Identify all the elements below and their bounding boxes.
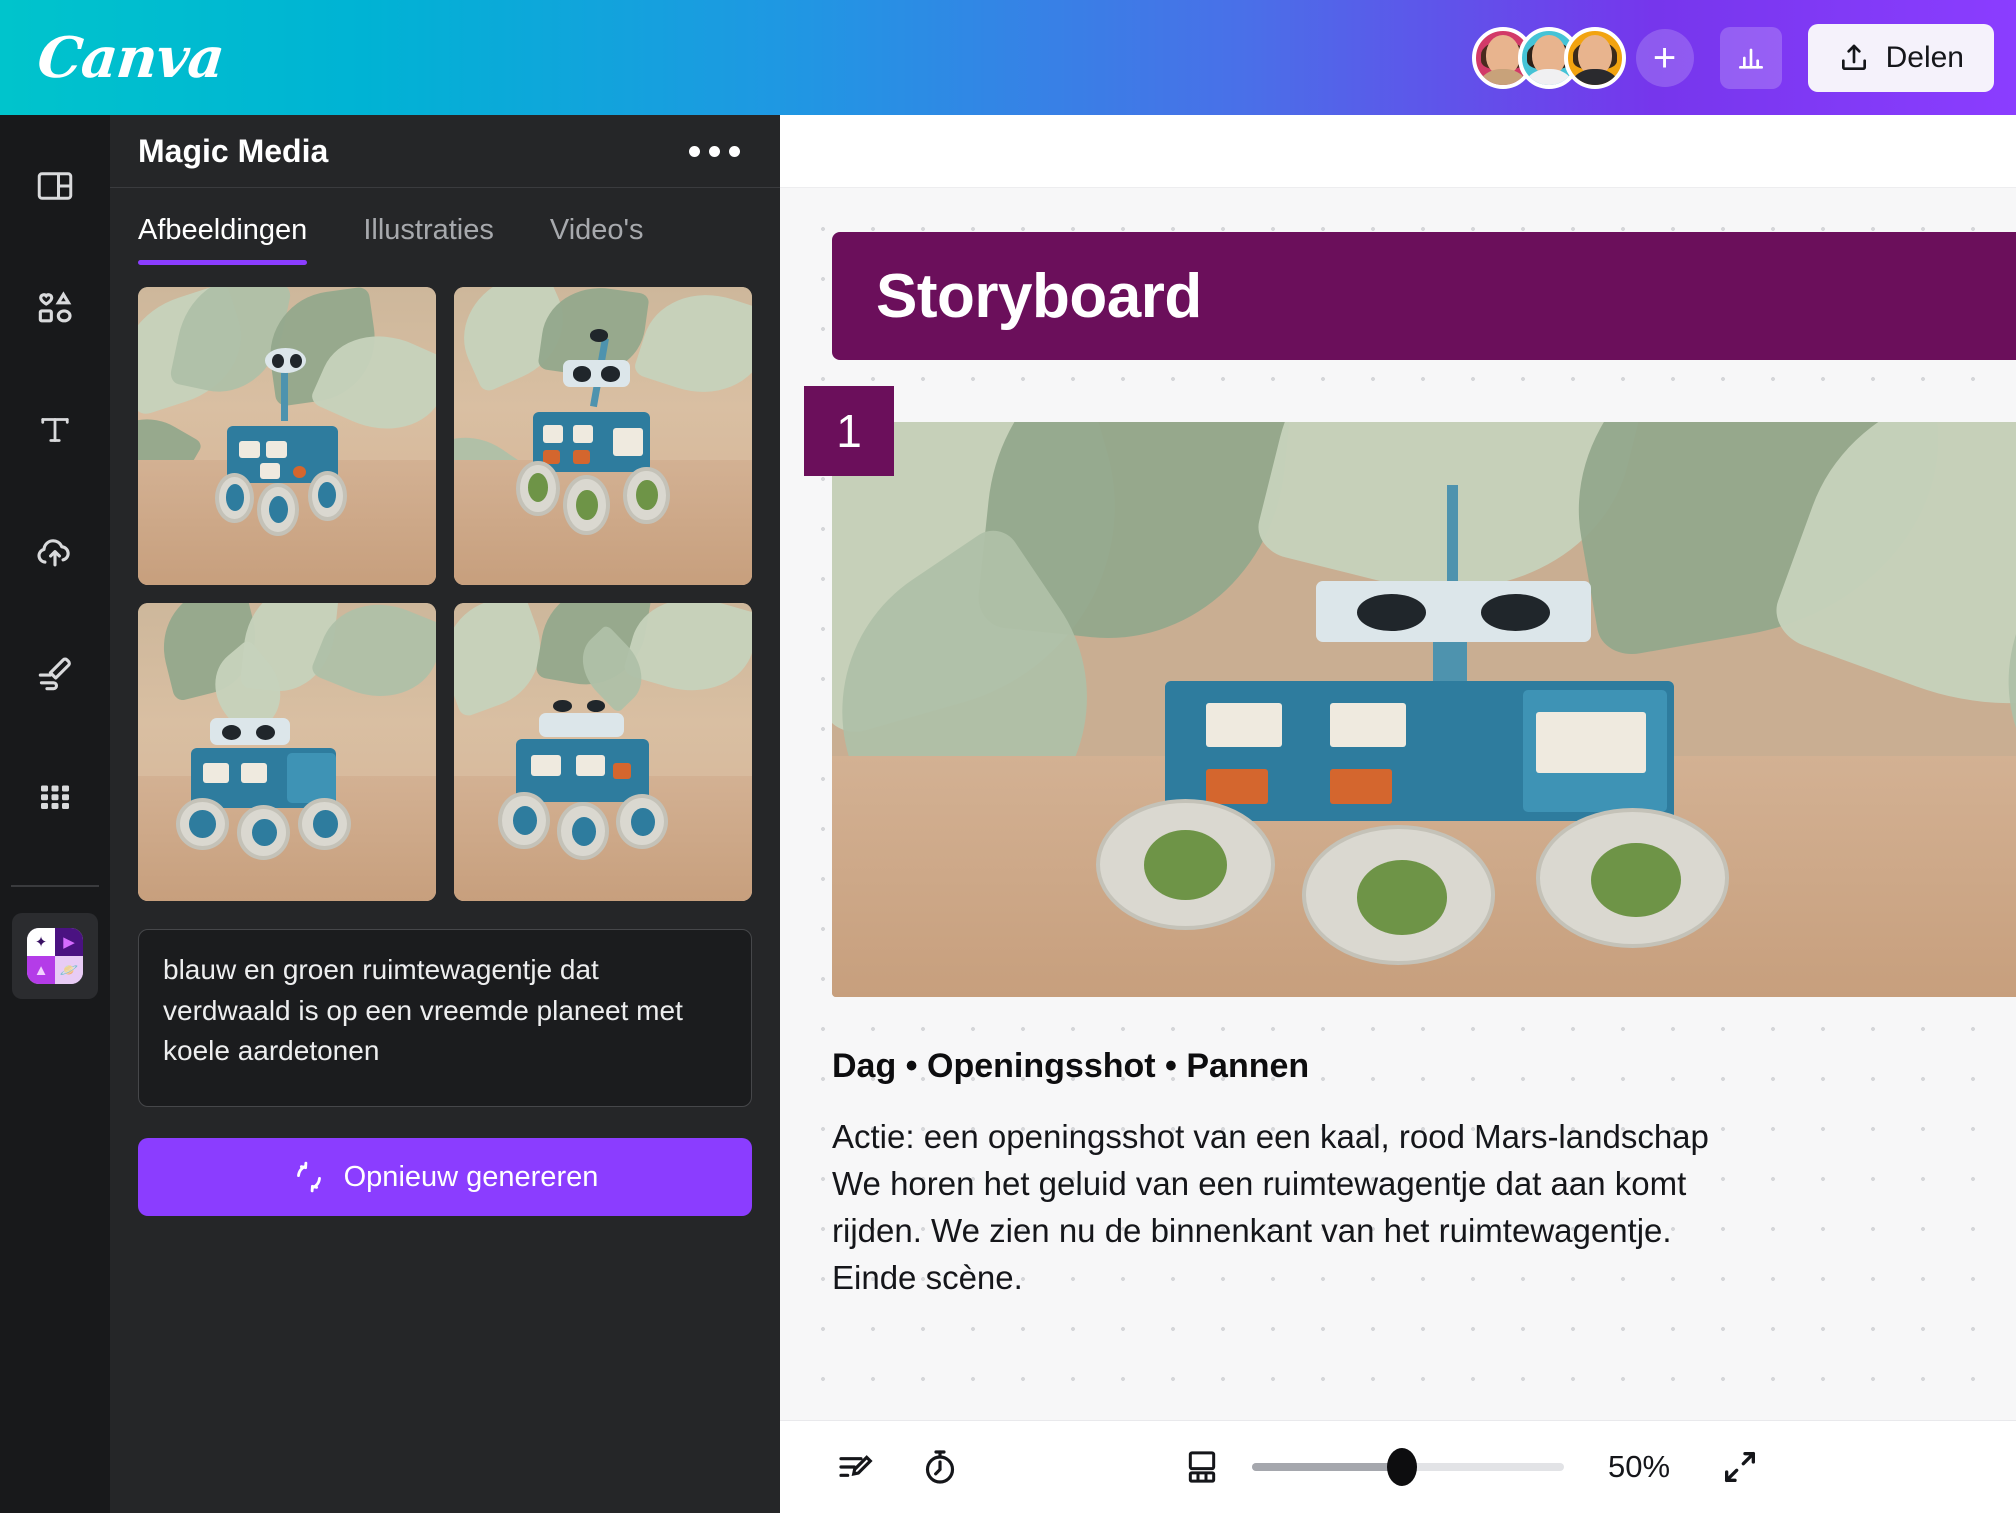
- editor-body: ✦ ▶ ▲ 🪐 Magic Media Afbeeldingen Illustr…: [0, 115, 2016, 1513]
- generate-section: Opnieuw genereren: [110, 1112, 780, 1216]
- generated-image-2[interactable]: [454, 287, 752, 585]
- zoom-level[interactable]: 50%: [1594, 1449, 1684, 1485]
- scene-number: 1: [836, 405, 862, 457]
- top-bar: Canva + Delen: [0, 0, 2016, 115]
- tab-label: Afbeeldingen: [138, 214, 308, 246]
- canvas-toolbar: [780, 115, 2016, 188]
- tab-illustraties[interactable]: Illustraties: [363, 188, 494, 265]
- left-rail: ✦ ▶ ▲ 🪐: [0, 115, 110, 1513]
- panel-title: Magic Media: [138, 132, 329, 169]
- scene-description: Actie: een openingsshot van een kaal, ro…: [832, 1118, 1709, 1296]
- page-view-icon: [1188, 1451, 1216, 1483]
- text-icon: [41, 418, 69, 442]
- notes-edit-icon: [839, 1455, 873, 1477]
- generated-image-3[interactable]: [138, 603, 436, 901]
- prompt-section: [110, 901, 780, 1112]
- rover-thumbnail-art: [454, 603, 752, 901]
- sidebar-item-text[interactable]: [12, 387, 98, 473]
- shapes-elements-icon: [38, 291, 72, 323]
- scene-heading: Dag • Openingsshot • Pannen: [832, 1047, 1310, 1085]
- canva-editor: Canva + Delen ✦ ▶ ▲ 🪐 Magic Media Afbeel…: [0, 0, 2016, 1513]
- avatar[interactable]: [1563, 26, 1626, 89]
- rail-divider: [11, 885, 99, 887]
- cloud-upload-icon: [37, 539, 70, 567]
- sidebar-item-apps[interactable]: [12, 753, 98, 839]
- bar-chart-icon: [1738, 48, 1763, 69]
- regenerate-button[interactable]: Opnieuw genereren: [138, 1138, 752, 1216]
- bottom-left-tools: [836, 1447, 960, 1487]
- magic-media-app-icon: ✦ ▶ ▲ 🪐: [27, 928, 83, 984]
- zoom-slider-handle[interactable]: [1386, 1448, 1417, 1486]
- page-view-button[interactable]: [1182, 1447, 1222, 1487]
- tab-afbeeldingen[interactable]: Afbeeldingen: [138, 188, 308, 265]
- share-button[interactable]: Delen: [1807, 23, 1994, 92]
- storyboard-banner[interactable]: Storyboard: [832, 232, 2016, 360]
- notes-button[interactable]: [836, 1447, 876, 1487]
- design-canvas[interactable]: Storyboard 1 Dag • Openingsshot • Pannen…: [780, 188, 2016, 1420]
- timer-icon: [925, 1450, 955, 1484]
- bottom-toolbar: 50%: [780, 1420, 2016, 1513]
- upload-icon: [1841, 44, 1866, 70]
- sidebar-item-magic-media[interactable]: ✦ ▶ ▲ 🪐: [12, 913, 98, 999]
- generated-results-grid: [110, 265, 780, 901]
- share-label: Delen: [1885, 40, 1964, 74]
- zoom-controls: 50%: [1182, 1447, 1760, 1487]
- top-bar-actions: + Delen: [1471, 23, 1994, 92]
- regenerate-label: Opnieuw genereren: [343, 1160, 599, 1193]
- panel-header: Magic Media: [110, 115, 780, 188]
- tab-label: Video's: [549, 214, 644, 246]
- refresh-icon: [296, 1161, 321, 1193]
- sidebar-item-draw[interactable]: [12, 631, 98, 717]
- scene-image[interactable]: [832, 422, 2016, 997]
- sidebar-item-elements[interactable]: [12, 265, 98, 351]
- sidebar-item-uploads[interactable]: [12, 509, 98, 595]
- generated-image-4[interactable]: [454, 603, 752, 901]
- prompt-input[interactable]: [138, 929, 752, 1107]
- collaborator-avatars: [1471, 26, 1626, 89]
- tab-label: Illustraties: [363, 214, 494, 246]
- panel-tabs: Afbeeldingen Illustraties Video's: [110, 188, 780, 265]
- magic-media-panel: Magic Media Afbeeldingen Illustraties Vi…: [110, 115, 780, 1513]
- add-collaborator-button[interactable]: +: [1635, 28, 1694, 87]
- sidebar-item-design[interactable]: [12, 143, 98, 229]
- fullscreen-button[interactable]: [1720, 1447, 1760, 1487]
- plus-icon: +: [1652, 35, 1677, 80]
- canva-logo[interactable]: Canva: [35, 25, 227, 91]
- grid-apps-icon: [41, 785, 69, 809]
- scene-number-badge[interactable]: 1: [804, 386, 894, 476]
- zoom-slider[interactable]: [1252, 1448, 1564, 1486]
- scene-block: 1 Dag • Openingsshot • Pannen Actie: een…: [804, 386, 2016, 1301]
- rover-thumbnail-art: [454, 287, 752, 585]
- tab-videos[interactable]: Video's: [550, 188, 644, 265]
- analytics-button[interactable]: [1719, 26, 1782, 89]
- timer-button[interactable]: [920, 1447, 960, 1487]
- zoom-slider-fill: [1252, 1463, 1402, 1471]
- rover-thumbnail-art: [138, 287, 436, 585]
- pen-draw-icon: [38, 657, 71, 691]
- expand-icon: [1725, 1452, 1755, 1482]
- rover-thumbnail-art: [138, 603, 436, 901]
- canvas-area: Storyboard 1 Dag • Openingsshot • Pannen…: [780, 115, 2016, 1513]
- panel-more-button[interactable]: [677, 134, 752, 169]
- design-page: Storyboard 1 Dag • Openingsshot • Pannen…: [804, 232, 2016, 1301]
- generated-image-1[interactable]: [138, 287, 436, 585]
- design-layout-icon: [37, 172, 73, 200]
- page-title: Storyboard: [876, 261, 1202, 331]
